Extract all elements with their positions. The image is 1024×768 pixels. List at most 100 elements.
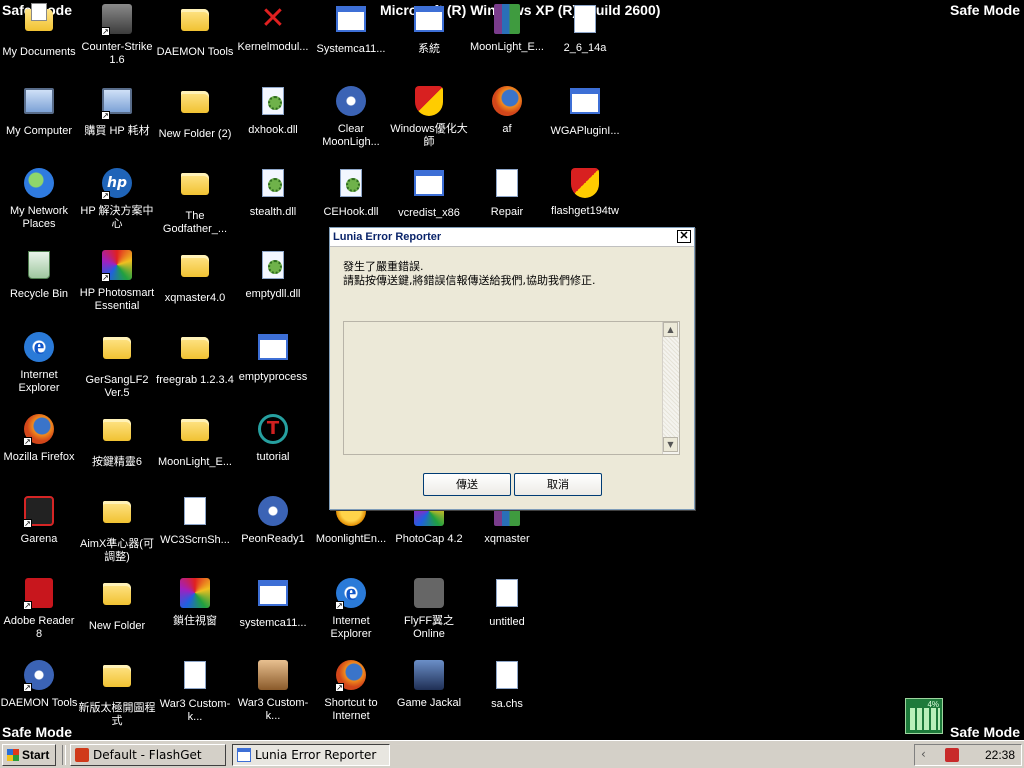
desktop-icon[interactable]: Clear MoonLigh... — [312, 85, 390, 149]
desktop-icon[interactable]: 新版太極開圖程式 — [78, 659, 156, 728]
vertical-scrollbar[interactable]: ▲ ▼ — [662, 322, 679, 454]
desktop-icon-label: MoonLight_E... — [158, 456, 232, 468]
battery-status-widget[interactable]: 4% — [905, 698, 943, 734]
desktop-icon[interactable]: ↗ Shortcut to Internet — [312, 659, 390, 723]
send-button[interactable]: 傳送 — [423, 473, 511, 496]
show-hidden-icons-chevron-icon[interactable]: ‹ — [921, 747, 926, 761]
desktop-icon[interactable]: vcredist_x86 — [390, 167, 468, 220]
desktop-icon[interactable]: systemca11... — [234, 577, 312, 630]
windows-flag-icon — [7, 749, 19, 761]
desktop-icon[interactable]: Recycle Bin — [0, 249, 78, 301]
desktop-icon-label: xqmaster — [484, 533, 530, 545]
desktop-icon[interactable]: xqmaster4.0 — [156, 249, 234, 305]
desktop-icon-label: stealth.dll — [249, 206, 297, 218]
dialog-title-bar[interactable]: Lunia Error Reporter ✕ — [330, 228, 694, 247]
desktop-icon[interactable]: New Folder — [78, 577, 156, 633]
dll-file-icon — [262, 169, 284, 197]
paint-file-icon — [496, 579, 518, 607]
desktop-icon[interactable]: Game Jackal — [390, 659, 468, 710]
text-document-icon — [496, 169, 518, 197]
desktop-icon-label: 購買 HP 耗材 — [84, 125, 150, 137]
taskbar-item-lunia-error-reporter[interactable]: Lunia Error Reporter — [232, 744, 390, 766]
desktop-icon[interactable]: ↗ HP Photosmart Essential — [78, 249, 156, 313]
clock[interactable]: 22:38 — [985, 745, 1015, 765]
desktop-icon[interactable]: CEHook.dll — [312, 167, 390, 219]
desktop-icon[interactable]: dxhook.dll — [234, 85, 312, 137]
desktop-icon-label: My Network Places — [9, 205, 69, 230]
scrollbar-track[interactable] — [663, 337, 679, 437]
desktop-icon[interactable]: AimX準心器(可調整) — [78, 495, 156, 564]
desktop-icon[interactable]: e Internet Explorer — [0, 331, 78, 395]
start-button[interactable]: Start — [2, 744, 56, 766]
desktop-icon[interactable]: GerSangLF2 Ver.5 — [78, 331, 156, 400]
desktop-icon[interactable]: e ↗ Internet Explorer — [312, 577, 390, 641]
desktop-icon-label: tutorial — [256, 451, 290, 463]
desktop-icon[interactable]: Ttutorial — [234, 413, 312, 464]
desktop-icon[interactable]: War3 Custom-k... — [156, 659, 234, 724]
desktop-icon[interactable]: ↗ Adobe Reader 8 — [0, 577, 78, 641]
desktop-icon[interactable]: freegrab 1.2.3.4 — [156, 331, 234, 387]
desktop-icon[interactable]: sa.chs — [468, 659, 546, 711]
desktop-icon[interactable]: 2_6_14a — [546, 3, 624, 55]
shortcut-arrow-icon: ↗ — [23, 519, 32, 528]
desktop-icon[interactable]: Repair — [468, 167, 546, 219]
shortcut-arrow-icon: ↗ — [101, 273, 110, 282]
image-file-icon — [184, 497, 206, 525]
desktop-icon[interactable]: ↗ 購買 HP 耗材 — [78, 85, 156, 138]
desktop-icon[interactable]: MoonLight_E... — [156, 413, 234, 469]
scroll-up-button[interactable]: ▲ — [663, 322, 678, 337]
desktop-icon[interactable]: MoonLight_E... — [468, 3, 546, 54]
desktop-icon[interactable]: FlyFF翼之Online — [390, 577, 468, 641]
system-tray: ‹ 22:38 — [914, 744, 1022, 766]
desktop-icon[interactable]: My Network Places — [0, 167, 78, 231]
desktop-icon-label: MoonLight_E... — [470, 41, 544, 53]
scroll-down-button[interactable]: ▼ — [663, 437, 678, 452]
desktop-icon[interactable]: 系統 — [390, 3, 468, 56]
my-computer-icon — [24, 88, 54, 114]
desktop-icon[interactable]: My Computer — [0, 85, 78, 138]
desktop-icon[interactable]: ↗ Counter-Strike 1.6 — [78, 3, 156, 67]
desktop-icon[interactable]: War3 Custom-k... — [234, 659, 312, 723]
desktop-icon[interactable]: New Folder (2) — [156, 85, 234, 141]
desktop-icon[interactable]: 鎖住視窗 — [156, 577, 234, 628]
internet-explorer-icon: e — [24, 332, 54, 362]
desktop-icon-label: GerSangLF2 Ver.5 — [85, 374, 149, 399]
desktop-icon-label: CEHook.dll — [323, 206, 379, 218]
desktop-icon-label: HP 解決方案中心 — [80, 205, 154, 230]
desktop-icon-label: The Godfather_... — [162, 210, 228, 235]
text-document-icon — [496, 661, 518, 689]
desktop-icon[interactable]: WC3ScrnSh... — [156, 495, 234, 547]
desktop-icon[interactable]: 按鍵精靈6 — [78, 413, 156, 469]
desktop-icon[interactable]: ↗ Mozilla Firefox — [0, 413, 78, 464]
tray-app-icon[interactable] — [945, 748, 959, 762]
desktop-icon[interactable]: flashget194tw — [546, 167, 624, 218]
desktop-icon[interactable]: DAEMON Tools — [156, 3, 234, 59]
text-document-icon — [184, 661, 206, 689]
desktop-icon[interactable]: Windows優化大師 — [390, 85, 468, 149]
desktop-icon[interactable]: emptyprocess — [234, 331, 312, 384]
desktop-icon[interactable]: WGAPluginI... — [546, 85, 624, 138]
desktop-icon[interactable]: af — [468, 85, 546, 136]
error-details-textbox[interactable]: ▲ ▼ — [343, 321, 680, 455]
desktop-icon[interactable]: emptydll.dll — [234, 249, 312, 301]
desktop-icon[interactable]: The Godfather_... — [156, 167, 234, 236]
window-icon — [258, 580, 288, 606]
taskbar-item-flashget[interactable]: Default - FlashGet — [70, 744, 226, 766]
desktop-icon[interactable]: PeonReady1 — [234, 495, 312, 546]
desktop-icon[interactable]: untitled — [468, 577, 546, 629]
taskbar: Start Default - FlashGet Lunia Error Rep… — [0, 740, 1024, 768]
desktop-icon[interactable]: hp ↗ HP 解決方案中心 — [78, 167, 156, 231]
desktop-icon[interactable]: Systemca11... — [312, 3, 390, 56]
desktop-icon-label: 按鍵精靈6 — [91, 456, 143, 468]
desktop-icon[interactable]: stealth.dll — [234, 167, 312, 219]
desktop-icon-label: WGAPluginI... — [550, 125, 620, 137]
desktop-icon[interactable]: ✕ Kernelmodul... — [234, 3, 312, 54]
desktop-icon-label: 鎖住視窗 — [173, 615, 217, 627]
safe-mode-label-top-right: Safe Mode — [949, 2, 1020, 18]
desktop-icon[interactable]: ↗ DAEMON Tools — [0, 659, 78, 710]
desktop-icon[interactable]: My Documents — [0, 3, 78, 59]
desktop-icon[interactable]: ↗ Garena — [0, 495, 78, 546]
close-button[interactable]: ✕ — [677, 230, 691, 243]
desktop-icon-label: War3 Custom-k... — [159, 698, 231, 723]
cancel-button[interactable]: 取消 — [514, 473, 602, 496]
